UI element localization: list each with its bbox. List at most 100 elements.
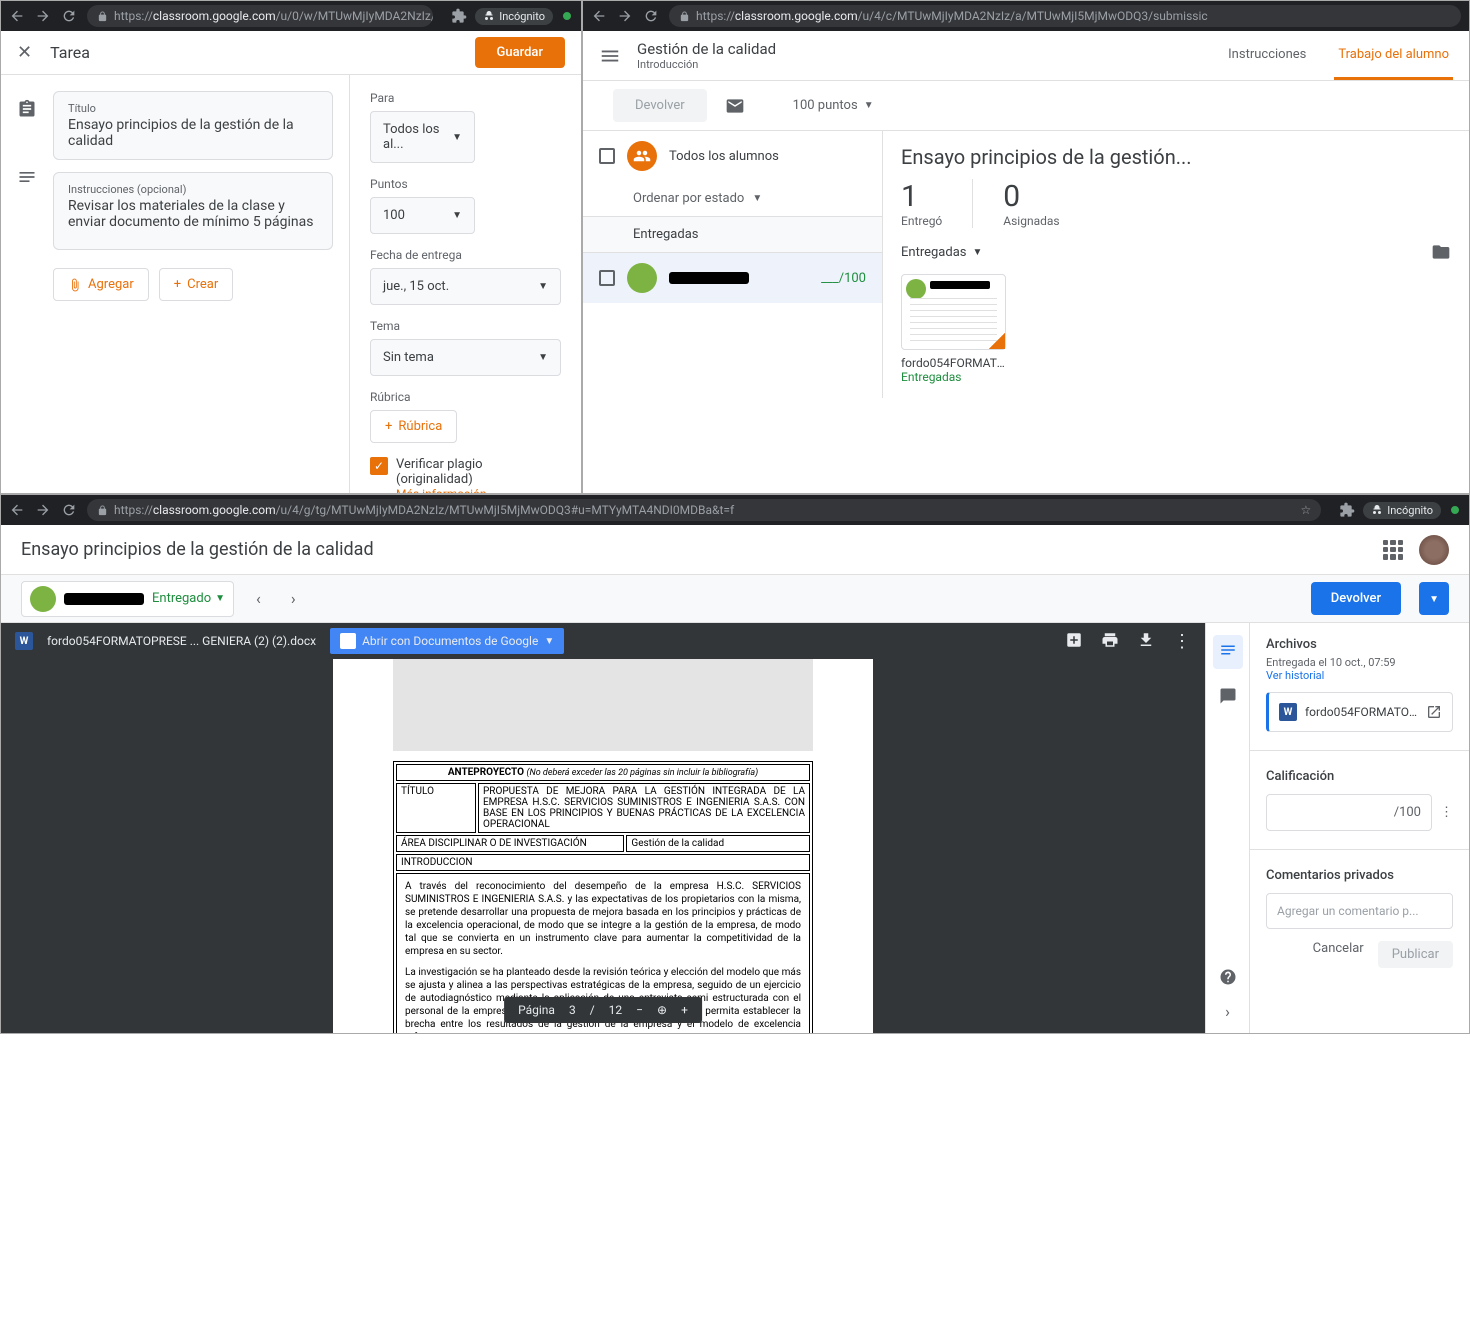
email-icon[interactable] [725, 96, 745, 116]
points-dropdown[interactable]: 100▼ [370, 197, 475, 234]
back-icon[interactable] [9, 8, 25, 24]
turned-in-count[interactable]: 1Entregó [901, 179, 942, 228]
zoom-out-icon[interactable]: − [636, 1003, 643, 1017]
comment-tab-icon[interactable] [1219, 687, 1237, 705]
attach-icon [68, 278, 82, 292]
tab-instructions[interactable]: Instrucciones [1224, 31, 1310, 80]
tab-student-work[interactable]: Trabajo del alumno [1334, 31, 1453, 80]
forward-icon[interactable] [35, 502, 51, 518]
group-icon [627, 141, 657, 171]
address-bar[interactable]: https://classroom.google.com/u/4/g/tg/MT… [87, 499, 1321, 521]
student-selector[interactable]: Entregado▼ [21, 581, 234, 617]
plus-icon: + [385, 419, 392, 434]
reload-icon[interactable] [61, 502, 77, 518]
assignment-title: Ensayo principios de la gestión... [901, 145, 1451, 169]
add-shortcut-icon[interactable] [1065, 631, 1083, 649]
account-avatar[interactable] [1419, 535, 1449, 565]
filter-dropdown[interactable]: Entregadas▼ [901, 245, 982, 260]
avatar [627, 263, 657, 293]
address-bar[interactable]: https://classroom.google.com/u/0/w/MTUwM… [87, 5, 433, 27]
student-name [669, 272, 749, 284]
score: ___/100 [821, 271, 866, 286]
chevron-down-icon: ▼ [452, 132, 462, 143]
points-selector[interactable]: 100 puntos▼ [793, 98, 874, 113]
topic-dropdown[interactable]: Sin tema▼ [370, 339, 561, 376]
download-icon[interactable] [1137, 631, 1155, 649]
return-button[interactable]: Devolver [613, 89, 707, 122]
help-icon[interactable] [1219, 968, 1237, 986]
date-dropdown[interactable]: jue., 15 oct.▼ [370, 268, 561, 305]
open-external-icon[interactable] [1426, 704, 1442, 720]
comment-input[interactable]: Agregar un comentario p... [1266, 893, 1453, 929]
return-dropdown[interactable]: ▼ [1419, 582, 1449, 615]
para-dropdown[interactable]: Todos los al...▼ [370, 111, 475, 163]
lock-icon [97, 11, 108, 22]
history-link[interactable]: Ver historial [1266, 669, 1453, 682]
title-field[interactable]: Título Ensayo principios de la gestión d… [53, 91, 333, 160]
create-button[interactable]: +Crear [159, 268, 234, 301]
apps-icon[interactable] [1383, 540, 1403, 560]
cancel-button[interactable]: Cancelar [1313, 941, 1364, 968]
sort-dropdown[interactable]: Ordenar por estado▼ [583, 181, 882, 216]
chevron-down-icon: ▼ [544, 636, 554, 647]
class-title[interactable]: Gestión de la calidad [637, 40, 1208, 58]
update-dot-icon[interactable] [1449, 504, 1461, 516]
doc-filename: fordo054FORMATOPRESE ... GENIERA (2) (2)… [47, 634, 316, 648]
print-icon[interactable] [1101, 631, 1119, 649]
extensions-icon[interactable] [451, 8, 467, 24]
student-name [64, 593, 144, 605]
more-icon[interactable]: ⋮ [1173, 631, 1191, 652]
forward-icon[interactable] [35, 8, 51, 24]
docs-icon [340, 633, 356, 649]
open-docs-button[interactable]: Abrir con Documentos de Google ▼ [330, 628, 564, 654]
plus-icon: + [174, 277, 181, 292]
save-button[interactable]: Guardar [475, 37, 566, 68]
grade-input[interactable]: /100 [1266, 794, 1432, 831]
back-icon[interactable] [591, 8, 607, 24]
menu-icon[interactable] [599, 45, 621, 67]
assignment-title: Ensayo principios de la gestión de la ca… [21, 539, 374, 560]
back-icon[interactable] [9, 502, 25, 518]
page-title: Tarea [50, 43, 90, 62]
publish-button[interactable]: Publicar [1378, 941, 1453, 968]
expand-icon[interactable]: › [1225, 1002, 1230, 1021]
prev-student-icon[interactable]: ‹ [248, 585, 269, 612]
chevron-down-icon: ▼ [538, 281, 548, 292]
lock-icon [679, 11, 690, 22]
close-icon[interactable]: ✕ [17, 42, 32, 63]
assignment-icon [17, 99, 37, 119]
next-student-icon[interactable]: › [283, 585, 304, 612]
instructions-field[interactable]: Instrucciones (opcional) Revisar los mat… [53, 172, 333, 250]
student-row[interactable]: ___/100 [583, 253, 882, 303]
reload-icon[interactable] [61, 8, 77, 24]
forward-icon[interactable] [617, 8, 633, 24]
all-students-row[interactable]: Todos los alumnos [583, 131, 882, 181]
more-info-link[interactable]: Más información [396, 487, 561, 494]
page-indicator: Página 3 / 12 − ⊕ + [504, 997, 702, 1023]
attachment-card[interactable]: fordo054FORMATOPR... Entregadas [901, 274, 1006, 384]
lock-icon [97, 505, 108, 516]
checkbox[interactable] [599, 148, 615, 164]
more-icon[interactable]: ⋮ [1440, 805, 1453, 820]
star-icon[interactable]: ☆ [1300, 503, 1311, 517]
add-button[interactable]: Agregar [53, 268, 149, 301]
reload-icon[interactable] [643, 8, 659, 24]
zoom-icon[interactable]: ⊕ [657, 1003, 667, 1017]
text-icon [17, 167, 37, 187]
return-button[interactable]: Devolver [1311, 582, 1401, 615]
checkbox[interactable] [599, 270, 615, 286]
incognito-badge: Incógnito [475, 8, 553, 25]
chevron-down-icon: ▼ [538, 352, 548, 363]
zoom-in-icon[interactable]: + [681, 1003, 688, 1017]
update-dot-icon[interactable] [561, 10, 573, 22]
folder-icon[interactable] [1431, 242, 1451, 262]
file-row[interactable]: W fordo054FORMATOP... [1266, 692, 1453, 732]
files-tab-icon[interactable] [1213, 635, 1243, 669]
rubric-button[interactable]: +Rúbrica [370, 410, 457, 443]
chevron-down-icon: ▼ [1429, 594, 1439, 605]
extensions-icon[interactable] [1339, 502, 1355, 518]
address-bar[interactable]: https://classroom.google.com/u/4/c/MTUwM… [669, 5, 1461, 27]
incognito-badge: Incógnito [1363, 502, 1441, 519]
plagiarism-checkbox[interactable]: ✓ [370, 457, 388, 475]
assigned-count[interactable]: 0Asignadas [1003, 179, 1059, 228]
